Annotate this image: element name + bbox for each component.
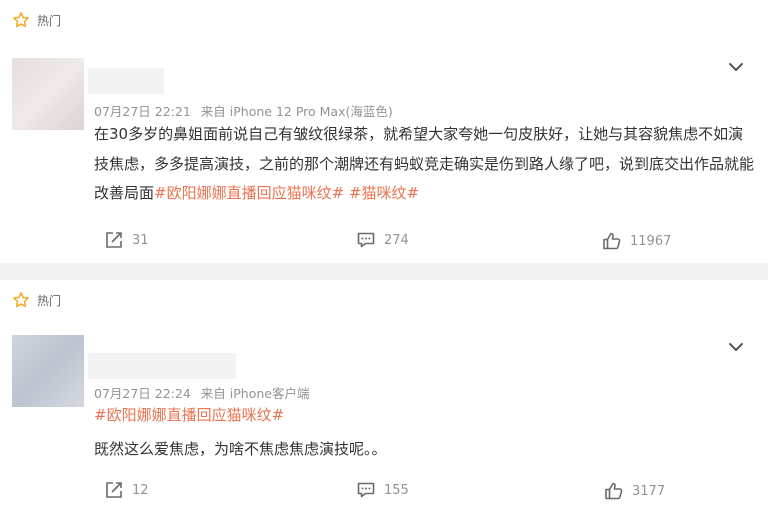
avatar[interactable] — [12, 335, 84, 407]
thumbs-up-icon — [605, 482, 623, 500]
post-date[interactable]: 07月27日 22:24 — [94, 386, 191, 401]
post-meta: 07月27日 22:24 来自 iPhone客户端 — [94, 383, 310, 402]
source-prefix: 来自 — [200, 104, 226, 119]
share-icon — [106, 482, 122, 498]
thumbs-up-icon — [603, 232, 621, 250]
like-count: 11967 — [630, 233, 672, 249]
star-outline-icon — [13, 292, 29, 308]
like-button[interactable]: 3177 — [604, 481, 665, 501]
repost-count: 12 — [132, 482, 149, 498]
repost-button[interactable]: 12 — [104, 480, 149, 500]
post-meta: 07月27日 22:21 来自 iPhone 12 Pro Max(海蓝色) — [94, 101, 393, 120]
post-source: iPhone客户端 — [229, 386, 310, 401]
hot-badge: 热门 — [12, 10, 61, 30]
post-content: 在30多岁的鼻姐面前说自己有皱纹很绿茶，就希望大家夸她一句皮肤好，让她与其容貌焦… — [94, 120, 754, 209]
post-card: 热门 07月27日 22:24 来自 iPhone客户端 #欧阳娜娜直播回应猫咪… — [0, 280, 768, 513]
hashtag-link[interactable]: #欧阳娜娜直播回应猫咪纹# — [94, 406, 284, 424]
username-blurred[interactable] — [88, 68, 164, 94]
like-button[interactable]: 11967 — [602, 231, 671, 251]
post-source: iPhone 12 Pro Max(海蓝色) — [229, 104, 393, 119]
avatar[interactable] — [12, 58, 84, 130]
hashtag-link[interactable]: #猫咪纹# — [349, 184, 419, 202]
comment-button[interactable]: 155 — [356, 480, 409, 500]
share-icon — [106, 232, 122, 248]
hot-badge: 热门 — [12, 290, 61, 310]
like-count: 3177 — [632, 483, 666, 499]
post-date[interactable]: 07月27日 22:21 — [94, 104, 191, 119]
repost-count: 31 — [132, 232, 149, 248]
comment-icon — [357, 482, 375, 498]
username-blurred[interactable] — [88, 353, 236, 379]
source-prefix: 来自 — [200, 386, 226, 401]
star-outline-icon — [13, 12, 29, 28]
repost-button[interactable]: 31 — [104, 230, 149, 250]
hot-label: 热门 — [37, 293, 62, 308]
hot-label: 热门 — [37, 13, 62, 28]
chevron-down-icon[interactable] — [726, 337, 746, 357]
post-content: #欧阳娜娜直播回应猫咪纹# 既然这么爱焦虑，为啥不焦虑焦虑演技呢。。 — [94, 401, 754, 464]
chevron-down-icon[interactable] — [726, 57, 746, 77]
comment-button[interactable]: 274 — [356, 230, 409, 250]
comment-icon — [357, 232, 375, 248]
comment-count: 155 — [384, 482, 409, 498]
hashtag-link[interactable]: #欧阳娜娜直播回应猫咪纹# — [154, 184, 344, 202]
post-text: 既然这么爱焦虑，为啥不焦虑焦虑演技呢。。 — [94, 439, 387, 458]
comment-count: 274 — [384, 232, 409, 248]
post-card: 热门 07月27日 22:21 来自 iPhone 12 Pro Max(海蓝色… — [0, 0, 768, 263]
